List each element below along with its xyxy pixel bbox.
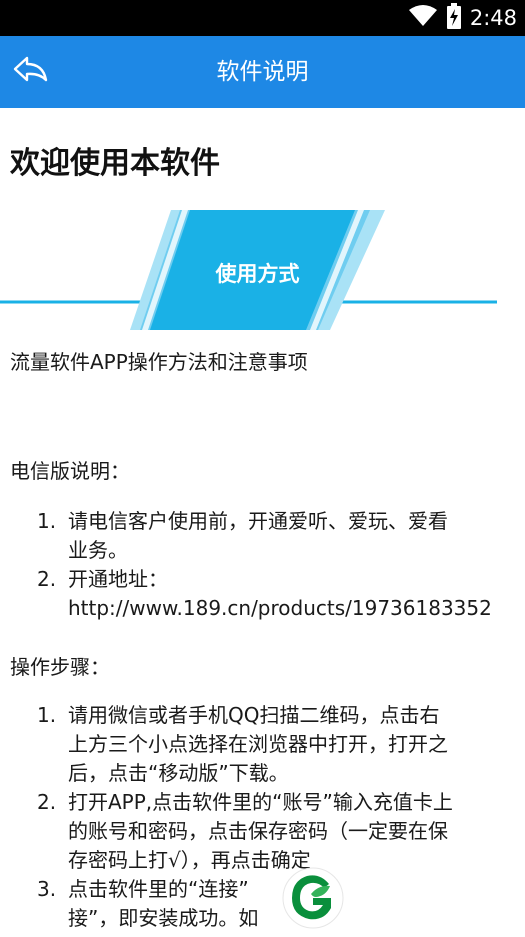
steps-section-title: 操作步骤： — [10, 655, 110, 679]
address-link[interactable]: http://www.189.cn/products/19736183352 — [68, 594, 525, 623]
wifi-icon — [408, 4, 438, 32]
telecom-section-title: 电信版说明： — [10, 459, 130, 483]
floating-logo-button[interactable] — [282, 867, 344, 929]
list-item-number: 3. — [37, 877, 57, 901]
list-item: 2. 开通地址： http://www.189.cn/products/1973… — [0, 565, 525, 623]
battery-charging-icon — [446, 3, 462, 33]
list-item-number: 1. — [37, 509, 57, 533]
steps-list: 1. 请用微信或者手机QQ扫描二维码，点击右 上方三个小点选择在浏览器中打开，打… — [0, 701, 525, 933]
back-arrow-icon — [11, 55, 51, 89]
list-item-line: 上方三个小点选择在浏览器中打开，打开之 — [68, 732, 448, 756]
list-item-number: 1. — [37, 703, 57, 727]
app-bar-title: 软件说明 — [216, 59, 309, 85]
list-item-line: 后，点击“移动版”下载。 — [68, 761, 289, 785]
content-area[interactable]: 欢迎使用本软件 使用方式 流量软件APP操作方法和注意事项 电信版说明： 1. … — [0, 108, 525, 937]
back-button[interactable] — [6, 48, 56, 96]
section-banner: 使用方式 — [0, 208, 525, 338]
list-item-line: 请电信客户使用前，开通爱听、爱玩、爱看 — [68, 509, 448, 533]
list-item-line: 开通地址： — [68, 567, 168, 591]
list-item: 3. 点击软件里的“连接” 接”，即安装成功。如 — [0, 875, 525, 933]
list-item-number: 2. — [37, 790, 57, 814]
status-time: 2:48 — [469, 6, 517, 30]
banner-label: 使用方式 — [215, 262, 300, 286]
list-item-line: 打开APP,点击软件里的“账号”输入充值卡上 — [68, 790, 453, 814]
list-item-line: 业务。 — [68, 538, 128, 562]
app-bar: 软件说明 — [0, 36, 525, 108]
page-title: 欢迎使用本软件 — [10, 146, 220, 181]
status-icons: 2:48 — [408, 3, 517, 33]
intro-text: 流量软件APP操作方法和注意事项 — [10, 350, 308, 374]
list-item: 2. 打开APP,点击软件里的“账号”输入充值卡上 的账号和密码，点击保存密码（… — [0, 788, 525, 875]
list-item: 1. 请电信客户使用前，开通爱听、爱玩、爱看 业务。 — [0, 507, 525, 565]
list-item-number: 2. — [37, 567, 57, 591]
telecom-list: 1. 请电信客户使用前，开通爱听、爱玩、爱看 业务。 2. 开通地址： http… — [0, 507, 525, 623]
list-item: 1. 请用微信或者手机QQ扫描二维码，点击右 上方三个小点选择在浏览器中打开，打… — [0, 701, 525, 788]
status-bar: 2:48 — [0, 0, 525, 36]
list-item-line: 请用微信或者手机QQ扫描二维码，点击右 — [68, 703, 440, 727]
leaf-logo-icon — [282, 867, 344, 933]
list-item-line: 的账号和密码，点击保存密码（一定要在保 — [68, 819, 448, 843]
